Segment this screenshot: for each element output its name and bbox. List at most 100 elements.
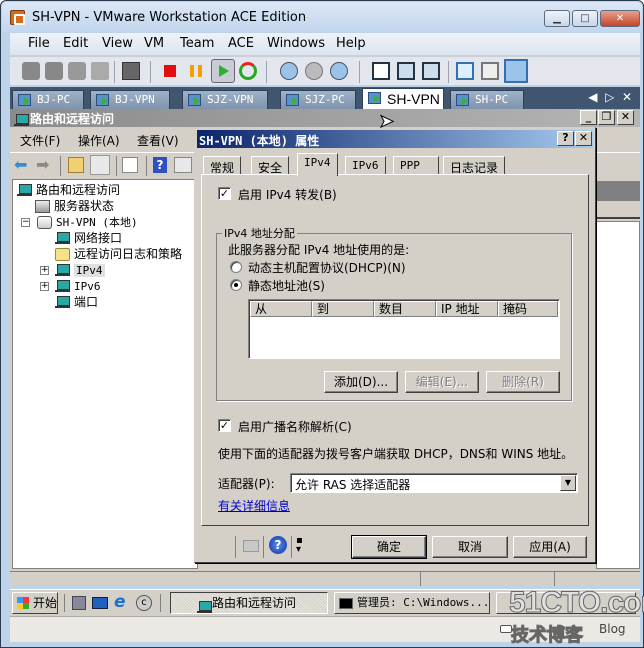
tree-item-rras-root[interactable]: 路由和远程访问 (17, 182, 120, 198)
export-list-icon[interactable] (122, 157, 138, 173)
tab-logging[interactable]: 日志记录 (443, 156, 506, 175)
column-from[interactable]: 从 (250, 301, 312, 317)
dialog-help-button[interactable]: ? (557, 131, 574, 146)
enable-ipv4-forwarding-checkbox[interactable]: ✓ (218, 187, 231, 200)
tree-item-ipv4[interactable]: IPv4 (55, 262, 105, 278)
tab-sjz-pc[interactable]: SJZ-PC (280, 90, 356, 109)
tab-sh-vpn[interactable]: SH-VPN (362, 88, 444, 109)
start-button[interactable]: 开始 (12, 592, 58, 614)
vm-console-icon[interactable] (481, 62, 499, 80)
taskbar-item-rras[interactable]: 路由和远程访问 (170, 592, 328, 614)
tree-item-ipv6[interactable]: IPv6 (55, 278, 101, 294)
power-on-button[interactable] (211, 59, 235, 83)
menu-edit[interactable]: Edit (63, 36, 88, 51)
chevron-down-icon[interactable]: ▼ (560, 475, 576, 491)
usb-icon[interactable] (91, 62, 109, 80)
console-icon[interactable] (122, 62, 140, 80)
toolbar-separator (263, 536, 264, 558)
tree-item-ports[interactable]: 端口 (55, 294, 98, 310)
take-snapshot-clock-icon[interactable] (280, 62, 298, 80)
expand-icon[interactable]: + (40, 282, 49, 291)
collapse-icon[interactable]: − (21, 218, 30, 227)
revert-snapshot-icon[interactable] (45, 62, 63, 80)
tab-ppp[interactable]: PPP (393, 156, 439, 175)
take-snapshot-icon[interactable] (68, 62, 86, 80)
appliance-view-icon[interactable] (504, 59, 528, 83)
action-pane-icon[interactable] (174, 157, 192, 173)
apply-button[interactable]: 应用(A) (513, 536, 587, 558)
tree-item-sh-vpn-local[interactable]: SH-VPN (本地) (37, 214, 138, 230)
rras-menu-file[interactable]: 文件(F) (20, 132, 60, 149)
cancel-button[interactable]: 取消 (432, 536, 508, 558)
maximize-button[interactable]: □ (572, 10, 598, 27)
rras-minimize-button[interactable]: _ (580, 110, 597, 125)
help-circle-icon[interactable]: ? (269, 536, 287, 554)
suspend-icon[interactable] (190, 65, 202, 77)
close-tab-icon[interactable]: ✕ (622, 90, 632, 104)
tree-item-server-status[interactable]: 服务器状态 (35, 198, 114, 214)
column-to[interactable]: 到 (312, 301, 374, 317)
tab-ipv4[interactable]: IPv4 (297, 153, 338, 176)
add-button[interactable]: 添加(D)... (324, 371, 398, 393)
tab-scroll-left-icon[interactable]: ◀ (588, 90, 597, 104)
internet-explorer-icon[interactable]: e (114, 592, 126, 612)
tab-sh-pc[interactable]: SH-PC (450, 90, 524, 109)
forward-arrow-icon[interactable]: ➡ (36, 157, 49, 173)
power-off-icon[interactable] (164, 65, 176, 77)
snapshot-manager-icon[interactable] (330, 62, 348, 80)
column-ip-address[interactable]: IP 地址 (436, 301, 498, 317)
column-count[interactable]: 数目 (374, 301, 436, 317)
rras-close-button[interactable]: ✕ (617, 110, 634, 125)
tab-bj-pc[interactable]: BJ-PC (12, 90, 84, 109)
delete-button[interactable]: 删除(R) (486, 371, 560, 393)
summary-icon[interactable] (456, 62, 474, 80)
server-manager-icon[interactable] (72, 596, 86, 610)
tree-item-network-interfaces[interactable]: 网络接口 (55, 230, 122, 246)
column-mask[interactable]: 掩码 (498, 301, 558, 317)
static-pool-radio[interactable] (230, 279, 242, 291)
tree-item-logging-policy[interactable]: 远程访问日志和策略 (55, 246, 182, 262)
tab-general[interactable]: 常规 (203, 156, 242, 175)
menu-vm[interactable]: VM (144, 36, 164, 51)
tab-scroll-right-icon[interactable]: ▷ (605, 90, 614, 104)
tab-ipv6[interactable]: IPv6 (345, 156, 386, 175)
revert-clock-icon[interactable] (305, 62, 323, 80)
rras-menu-action[interactable]: 操作(A) (78, 132, 120, 149)
menu-view[interactable]: View (102, 36, 133, 51)
adapter-select[interactable]: 允许 RAS 选择适配器 ▼ (290, 473, 578, 493)
close-button[interactable]: ✕ (600, 10, 640, 27)
minimize-button[interactable]: ▁ (544, 10, 570, 27)
rras-menu-view[interactable]: 查看(V) (137, 132, 179, 149)
address-pool-list[interactable]: 从 到 数目 IP 地址 掩码 (248, 299, 560, 359)
more-info-link[interactable]: 有关详细信息 (218, 497, 290, 514)
tab-security[interactable]: 安全 (251, 156, 290, 175)
menu-help[interactable]: Help (336, 36, 366, 51)
rras-restore-button[interactable]: ❐ (598, 110, 615, 125)
help-icon[interactable]: ? (153, 157, 167, 173)
show-hide-tree-icon[interactable] (90, 155, 110, 175)
ok-button[interactable]: 确定 (351, 535, 427, 559)
quick-switch-icon[interactable] (397, 62, 415, 80)
taskbar-item-cmd[interactable]: 管理员: C:\Windows... (334, 592, 490, 614)
menu-team[interactable]: Team (180, 36, 214, 51)
menu-ace[interactable]: ACE (228, 36, 254, 51)
sidebar-icon[interactable] (372, 62, 390, 80)
powershell-icon[interactable]: c (136, 595, 152, 611)
fullscreen-icon[interactable] (422, 62, 440, 80)
menu-windows[interactable]: Windows (267, 36, 325, 51)
tab-bj-vpn[interactable]: BJ-VPN (90, 90, 170, 109)
menu-file[interactable]: File (28, 36, 50, 51)
dhcp-radio[interactable] (230, 261, 242, 273)
language-bar-options-icon[interactable]: ▪ ▾ (296, 536, 303, 555)
up-folder-icon[interactable] (68, 157, 84, 173)
tab-sjz-vpn[interactable]: SJZ-VPN (182, 90, 268, 109)
show-desktop-icon[interactable] (92, 597, 108, 609)
broadcast-name-resolution-checkbox[interactable]: ✓ (218, 419, 231, 432)
dialog-close-button[interactable]: ✕ (575, 131, 592, 146)
keyboard-icon[interactable] (243, 540, 259, 552)
snapshot-icon[interactable] (22, 62, 40, 80)
edit-button[interactable]: 编辑(E)... (405, 371, 479, 393)
back-arrow-icon[interactable]: ⬅ (14, 157, 27, 173)
reset-icon[interactable] (239, 62, 257, 80)
expand-icon[interactable]: + (40, 266, 49, 275)
